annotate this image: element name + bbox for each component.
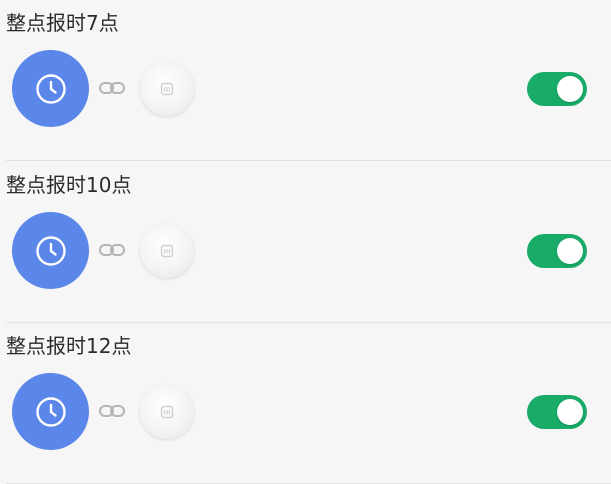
enable-toggle[interactable] [527,72,587,106]
toggle-knob [557,76,583,102]
clock-icon[interactable] [12,212,89,289]
automation-item[interactable]: 整点报时7点 [0,0,611,161]
toggle-knob [557,238,583,264]
automation-list: 整点报时7点 整点报时10点 整点报时12点 [0,0,611,484]
link-icon [98,242,126,258]
divider [6,160,611,161]
automation-title: 整点报时7点 [6,11,119,35]
smart-speaker-icon[interactable] [140,385,194,439]
automation-title: 整点报时12点 [6,334,132,358]
clock-icon[interactable] [12,373,89,450]
enable-toggle[interactable] [527,395,587,429]
link-icon [98,80,126,96]
enable-toggle[interactable] [527,234,587,268]
toggle-knob [557,399,583,425]
automation-item[interactable]: 整点报时10点 [0,162,611,323]
automation-item[interactable]: 整点报时12点 [0,323,611,484]
smart-speaker-icon[interactable] [140,62,194,116]
smart-speaker-icon[interactable] [140,224,194,278]
automation-title: 整点报时10点 [6,173,132,197]
link-icon [98,403,126,419]
clock-icon[interactable] [12,50,89,127]
